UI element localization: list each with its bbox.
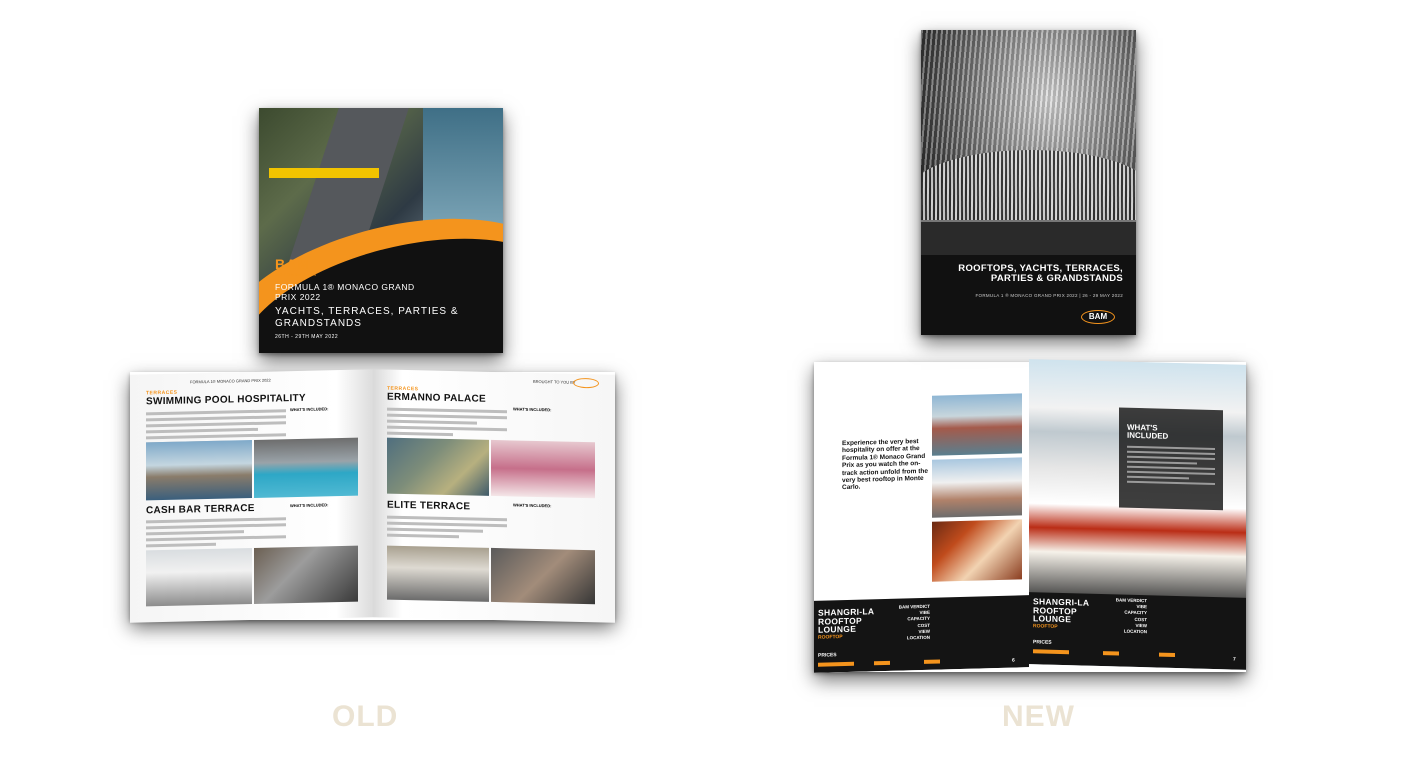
old-title-ermanno: ERMANNO PALACE <box>387 391 487 405</box>
new-cover-headline: ROOFTOPS, YACHTS, TERRACES, PARTIES & GR… <box>958 263 1123 284</box>
old-photo-pool <box>254 437 358 498</box>
old-body-text-2 <box>146 517 286 550</box>
new-cover-sub: FORMULA 1 ® MONACO GRAND PRIX 2022 | 26 … <box>975 293 1123 298</box>
old-included-label-4: WHAT'S INCLUDED: <box>513 502 552 509</box>
verdict-keys-right: BAM VERDICT VIBE CAPACITY COST VIEW LOCA… <box>1115 597 1147 635</box>
venue-title-left: SHANGRI-LA ROOFTOP LOUNGE <box>818 606 875 635</box>
old-title-cashbar: CASH BAR TERRACE <box>146 502 255 517</box>
old-included-label-3: WHAT'S INCLUDED: <box>513 406 552 413</box>
bam-logo: BAM <box>1081 310 1115 324</box>
bam-logo-sub: MOTORSPORTS <box>275 272 318 277</box>
verdict-keys-left: BAM VERDICT VIBE CAPACITY COST VIEW LOCA… <box>898 603 930 641</box>
old-photo-terrace <box>387 545 489 602</box>
grandstand-photo <box>921 150 1136 230</box>
bam-logo-icon <box>573 377 599 389</box>
prices-label-left: PRICES <box>818 652 837 659</box>
bam-logo: BAM <box>275 256 310 272</box>
venue-title-right: SHANGRI-LA ROOFTOP LOUNGE <box>1033 596 1090 625</box>
page-number-right: 7 <box>1233 656 1236 663</box>
prices-label-right: PRICES <box>1033 639 1052 646</box>
price-strip <box>874 660 890 666</box>
price-strip <box>1159 652 1175 657</box>
old-included-label-2: WHAT'S INCLUDED: <box>290 502 329 509</box>
new-right-page: WHAT'S INCLUDED SHANGRI-LA ROOFTOP LOUNG… <box>1029 359 1246 670</box>
old-body-text-4 <box>387 515 507 543</box>
new-photo-guests <box>932 457 1022 518</box>
included-list <box>1127 445 1215 488</box>
old-title-elite: ELITE TERRACE <box>387 499 471 513</box>
new-brochure-spread: Experience the very best hospitality on … <box>814 359 1246 673</box>
pirelli-banner <box>269 168 379 178</box>
price-strip <box>1103 651 1119 656</box>
old-brochure-cover: BAM MOTORSPORTS FORMULA 1® MONACO GRAND … <box>259 108 503 353</box>
cover-headline: YACHTS, TERRACES, PARTIES & GRANDSTANDS <box>275 306 459 329</box>
new-brochure-cover: ROOFTOPS, YACHTS, TERRACES, PARTIES & GR… <box>921 30 1136 335</box>
old-label: OLD <box>332 700 399 733</box>
new-intro-text: Experience the very best hospitality on … <box>842 438 928 492</box>
old-photo-aerial <box>254 545 358 604</box>
old-title-pool: SWIMMING POOL HOSPITALITY <box>146 392 306 408</box>
venue-type-right: ROOFTOP <box>1033 623 1058 630</box>
page-number-left: 6 <box>1012 657 1015 664</box>
harbour-water <box>423 108 503 228</box>
new-photo-food <box>932 519 1022 582</box>
old-body-text-3 <box>387 407 507 441</box>
old-photo-dining <box>491 439 595 499</box>
old-photo-street <box>491 547 595 605</box>
new-left-page: Experience the very best hospitality on … <box>814 367 1029 673</box>
old-right-page: BROUGHT TO YOU BY TERRACES ERMANNO PALAC… <box>373 369 615 623</box>
old-header-right: BROUGHT TO YOU BY <box>533 378 576 385</box>
price-strip <box>924 659 940 664</box>
old-header: FORMULA 1® MONACO GRAND PRIX 2022 <box>190 377 271 385</box>
track-photo <box>921 220 1136 260</box>
venue-type-left: ROOFTOP <box>818 634 843 641</box>
old-photo-marina <box>387 437 489 496</box>
old-brochure-spread: FORMULA 1® MONACO GRAND PRIX 2022 TERRAC… <box>130 369 615 623</box>
old-photo-lounge <box>146 547 252 607</box>
old-photo-harbour <box>146 439 252 501</box>
new-photo-view <box>932 393 1022 456</box>
new-label: NEW <box>1002 700 1075 733</box>
old-left-page: FORMULA 1® MONACO GRAND PRIX 2022 TERRAC… <box>130 369 373 623</box>
whats-included-title: WHAT'S INCLUDED <box>1127 422 1169 441</box>
old-included-label: WHAT'S INCLUDED: <box>290 406 329 413</box>
cover-dates: 26TH - 29TH MAY 2022 <box>275 334 339 340</box>
cover-event: FORMULA 1® MONACO GRAND PRIX 2022 <box>275 282 415 302</box>
